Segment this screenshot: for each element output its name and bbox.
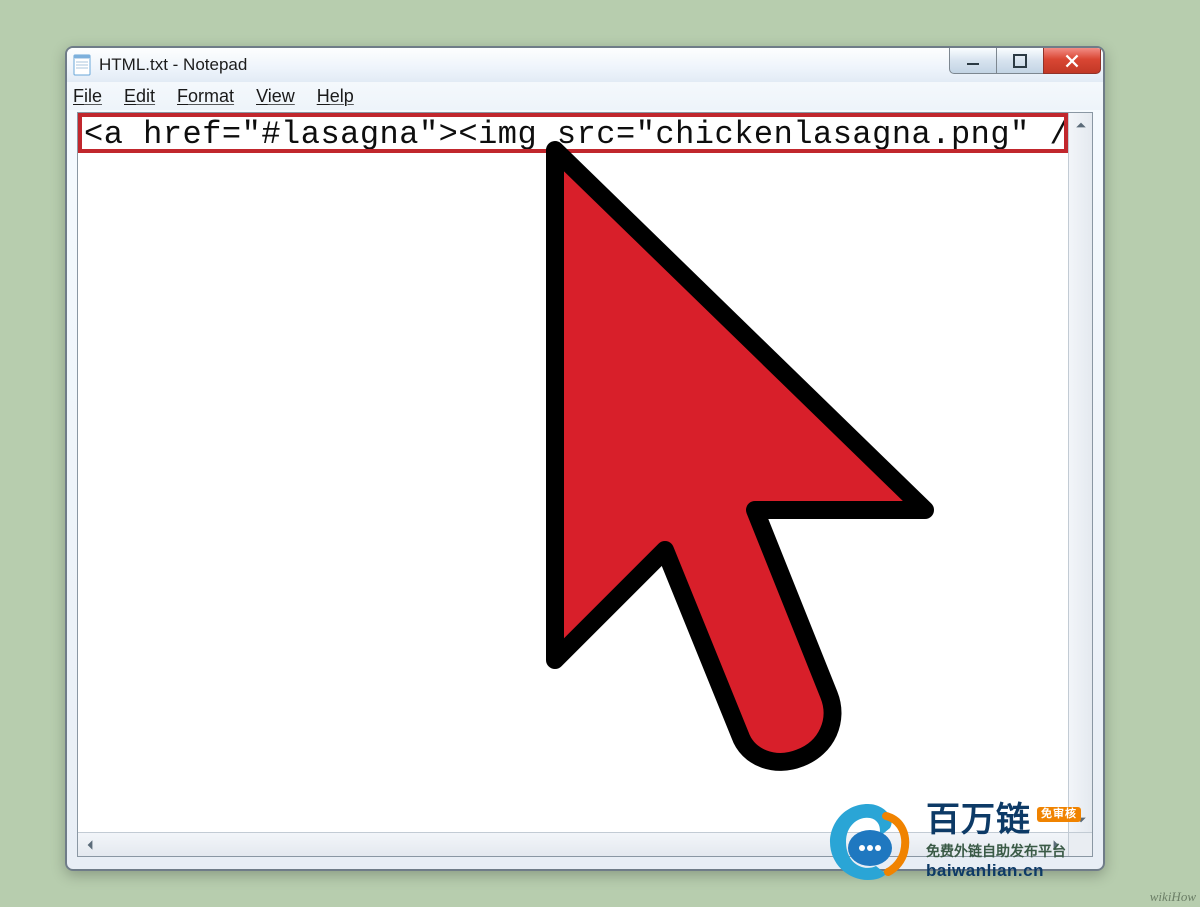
wikihow-credit: wikiHow [1150,889,1196,905]
watermark-domain: baiwanlian.cn [926,861,1081,881]
watermark-logo-icon [824,798,912,886]
code-line-1: <a href="#lasagna"><img src="chickenlasa… [78,113,1068,156]
menu-file[interactable]: File [73,86,102,108]
watermark-badge: 免审核 [1037,807,1081,822]
window-controls [950,48,1101,74]
text-editor-area[interactable]: <a href="#lasagna"><img src="chickenlasa… [78,113,1068,832]
watermark-text: 百万链 免审核 免费外链自助发布平台 baiwanlian.cn [926,803,1081,881]
close-button[interactable] [1043,48,1101,74]
vertical-scrollbar[interactable] [1068,113,1092,832]
titlebar[interactable]: HTML.txt - Notepad [67,48,1103,82]
menubar: File Edit Format View Help [67,82,1103,110]
minimize-button[interactable] [949,48,997,74]
maximize-button[interactable] [996,48,1044,74]
scroll-up-icon[interactable] [1069,113,1092,137]
menu-help[interactable]: Help [317,86,354,108]
menu-view[interactable]: View [256,86,295,108]
watermark: 百万链 免审核 免费外链自助发布平台 baiwanlian.cn [824,797,1184,887]
menu-format[interactable]: Format [177,86,234,108]
window-title: HTML.txt - Notepad [99,55,247,75]
notepad-icon [73,54,91,76]
notepad-window: HTML.txt - Notepad File Edit Format View… [65,46,1105,871]
stage: HTML.txt - Notepad File Edit Format View… [0,0,1200,907]
scroll-left-icon[interactable] [78,833,102,857]
editor-frame: <a href="#lasagna"><img src="chickenlasa… [77,112,1093,857]
menu-edit[interactable]: Edit [124,86,155,108]
watermark-subtitle: 免费外链自助发布平台 [926,841,1081,861]
watermark-brand: 百万链 [926,803,1031,837]
